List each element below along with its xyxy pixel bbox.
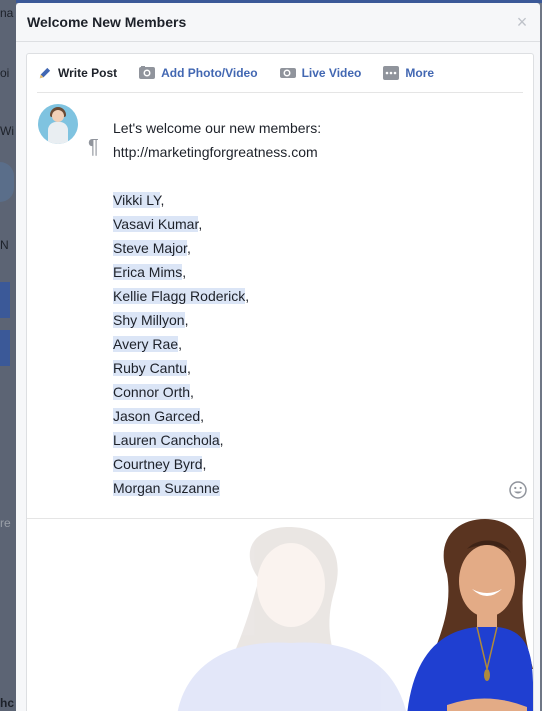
member-name: Lauren Canchola — [113, 432, 220, 448]
member-name: Jason Garced — [113, 408, 201, 424]
welcome-members-dialog: Welcome New Members × Write Post Add Pho… — [16, 3, 540, 711]
member-line: Erica Mims, — [113, 260, 321, 284]
member-list: Vikki LY, Vasavi Kumar, Steve Major, Erica … — [113, 188, 321, 500]
tab-live-video[interactable]: Live Video — [279, 66, 362, 80]
member-name: Ruby Cantu — [113, 360, 187, 376]
member-line: Steve Major, — [113, 236, 321, 260]
member-separator: , — [190, 384, 194, 400]
member-separator: , — [202, 456, 207, 472]
member-name: Vasavi Kumar — [113, 216, 199, 232]
member-separator: , — [245, 288, 250, 304]
member-separator: , — [178, 336, 182, 352]
tab-label: More — [405, 66, 435, 80]
member-name: Morgan Suzanne — [113, 480, 220, 496]
member-name: Avery Rae — [113, 336, 179, 352]
member-line: Lauren Canchola, — [113, 428, 321, 452]
photo-illustration — [177, 519, 533, 711]
smiley-icon[interactable] — [509, 481, 527, 499]
post-composer-card: Write Post Add Photo/Video Live Video Mo… — [26, 53, 534, 711]
member-separator: , — [184, 312, 189, 328]
post-url-line: http://marketingforgreatness.com — [113, 144, 318, 160]
member-line: Kellie Flagg Roderick, — [113, 284, 321, 308]
post-text-area[interactable]: ¶ Let's welcome our new members: http://… — [27, 93, 533, 519]
member-name: Kellie Flagg Roderick — [113, 288, 246, 304]
member-name: Shy Millyon — [113, 312, 185, 328]
member-name: Connor Orth — [113, 384, 191, 400]
background-text-fragment: N — [0, 238, 9, 252]
more-icon — [383, 66, 400, 80]
member-name: Steve Major — [113, 240, 187, 256]
member-line: Jason Garced, — [113, 404, 321, 428]
member-name: Vikki LY — [113, 192, 161, 208]
post-intro-line: Let's welcome our new members: — [113, 120, 322, 136]
member-line: Shy Millyon, — [113, 308, 321, 332]
attached-photo — [27, 518, 533, 711]
tab-write-post[interactable]: Write Post — [37, 66, 117, 81]
tab-label: Live Video — [301, 66, 362, 80]
tab-more[interactable]: More — [383, 66, 434, 80]
member-separator: , — [186, 360, 191, 376]
member-line: Avery Rae, — [113, 332, 321, 356]
member-line: Connor Orth, — [113, 380, 321, 404]
member-line: Vikki LY, — [113, 188, 321, 212]
pencil-icon — [37, 66, 52, 81]
close-icon[interactable]: × — [512, 12, 532, 32]
tab-add-photo-video[interactable]: Add Photo/Video — [139, 66, 258, 80]
member-name: Courtney Byrd — [113, 456, 203, 472]
member-separator: , — [200, 408, 205, 424]
member-separator: , — [198, 216, 203, 232]
member-separator: , — [182, 264, 187, 280]
dialog-title: Welcome New Members — [27, 14, 187, 30]
member-line: Ruby Cantu, — [113, 356, 321, 380]
tab-label: Write Post — [58, 66, 118, 80]
background-text-fragment: na — [0, 6, 14, 20]
member-name: Erica Mims — [113, 264, 183, 280]
member-line: Courtney Byrd, — [113, 452, 321, 476]
paragraph-icon: ¶ — [88, 136, 99, 158]
post-text: Let's welcome our new members: http://ma… — [113, 116, 321, 500]
background-blue-button — [0, 282, 10, 318]
camera-icon — [139, 66, 156, 80]
composer-tabs: Write Post Add Photo/Video Live Video Mo… — [37, 54, 523, 93]
background-text-fragment: Wi — [0, 124, 14, 138]
background-text-fragment: re — [0, 516, 11, 530]
member-line: Morgan Suzanne — [113, 476, 321, 500]
member-separator: , — [160, 192, 165, 208]
member-separator: , — [186, 240, 191, 256]
background-blue-button — [0, 330, 10, 366]
member-line: Vasavi Kumar, — [113, 212, 321, 236]
background-text-fragment: hc — [0, 696, 15, 710]
avatar — [38, 104, 78, 144]
tab-label: Add Photo/Video — [161, 66, 258, 80]
video-camera-icon — [279, 66, 296, 80]
background-text-fragment: oi — [0, 66, 10, 80]
member-separator: , — [219, 432, 224, 448]
dialog-header: Welcome New Members × — [16, 3, 540, 42]
